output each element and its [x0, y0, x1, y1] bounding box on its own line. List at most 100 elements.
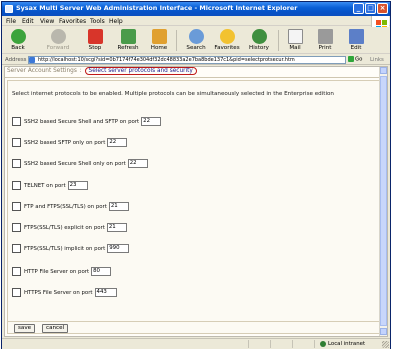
- maximize-button[interactable]: □: [365, 3, 376, 14]
- protocol-checkbox[interactable]: [12, 138, 21, 147]
- protocol-checkbox[interactable]: [12, 117, 21, 126]
- title-bar: Sysax Multi Server Web Administration In…: [2, 2, 390, 16]
- go-button[interactable]: Go: [348, 56, 366, 64]
- settings-panel: Select internet protocols to be enabled.…: [7, 80, 380, 334]
- protocol-checkbox[interactable]: [12, 159, 21, 168]
- protocol-row-ssh-sftp: SSH2 based Secure Shell and SFTP on port…: [12, 116, 162, 127]
- status-divider: [292, 340, 293, 348]
- scroll-down-icon[interactable]: [380, 328, 387, 335]
- protocol-row-ftps-implicit: FTPS(SSL/TLS) implicit on port 990: [12, 243, 130, 254]
- scroll-up-icon[interactable]: [380, 67, 387, 74]
- standard-toolbar: Back Forward Stop Refresh Home Search Fa…: [2, 27, 390, 54]
- print-button[interactable]: Print: [316, 28, 334, 53]
- status-divider: [270, 340, 271, 348]
- port-input[interactable]: 21: [108, 202, 129, 211]
- menu-tools[interactable]: Tools: [90, 18, 105, 25]
- menu-edit[interactable]: Edit: [22, 18, 34, 25]
- favorites-star-icon: [219, 29, 235, 44]
- stop-button[interactable]: Stop: [84, 28, 106, 53]
- port-input[interactable]: 443: [94, 288, 117, 297]
- protocol-checkbox[interactable]: [12, 244, 21, 253]
- port-input[interactable]: 21: [106, 223, 127, 232]
- protocol-row-ftps-explicit: FTPS(SSL/TLS) explicit on port 21: [12, 222, 127, 233]
- back-arrow-icon: [10, 29, 26, 44]
- vertical-scrollbar[interactable]: [379, 67, 387, 336]
- forward-arrow-icon: [50, 29, 66, 44]
- status-bar: Local intranet: [2, 338, 390, 349]
- save-button[interactable]: save: [14, 324, 36, 333]
- protocol-row-telnet: TELNET on port 23: [12, 180, 88, 191]
- port-input[interactable]: 22: [127, 159, 148, 168]
- menu-favorites[interactable]: Favorites: [59, 18, 86, 25]
- protocol-checkbox[interactable]: [12, 181, 21, 190]
- refresh-button[interactable]: Refresh: [116, 28, 140, 53]
- toolbar-separator: [176, 30, 177, 51]
- port-input[interactable]: 22: [141, 117, 162, 126]
- close-button[interactable]: ×: [377, 3, 388, 14]
- search-icon: [188, 29, 204, 44]
- ie-app-icon: [5, 5, 13, 13]
- protocol-row-https: HTTPS File Server on port 443: [12, 287, 117, 298]
- history-button[interactable]: History: [246, 28, 272, 53]
- edit-page-icon: [348, 29, 364, 44]
- protocol-label: HTTPS File Server on port: [24, 289, 93, 296]
- protocol-label: HTTP File Server on port: [24, 268, 90, 275]
- page-viewport: Server Account Settings : Select server …: [4, 66, 388, 337]
- status-divider: [248, 340, 249, 348]
- intro-text: Select internet protocols to be enabled.…: [12, 91, 334, 97]
- cancel-button[interactable]: cancel: [42, 324, 69, 333]
- protocol-row-ssh-only: SSH2 based Secure Shell only on port 22: [12, 158, 148, 169]
- scroll-thumb[interactable]: [380, 76, 387, 326]
- protocol-label: TELNET on port: [24, 182, 66, 189]
- resize-grip-icon[interactable]: [382, 341, 389, 348]
- protocol-row-sftp-only: SSH2 based SFTP only on port 22: [12, 137, 128, 148]
- mail-button[interactable]: Mail: [286, 28, 304, 53]
- favorites-button[interactable]: Favorites: [212, 28, 242, 53]
- menu-help[interactable]: Help: [109, 18, 123, 25]
- status-divider: [314, 340, 315, 348]
- protocol-label: FTP and FTPS(SSL/TLS) on port: [24, 203, 107, 210]
- page-icon: [29, 57, 35, 63]
- refresh-icon: [120, 29, 136, 44]
- protocol-checkbox[interactable]: [12, 202, 21, 211]
- protocol-label: SSH2 based Secure Shell and SFTP on port: [24, 118, 140, 125]
- minimize-button[interactable]: _: [353, 3, 364, 14]
- mail-envelope-icon: [287, 29, 303, 44]
- window-title: Sysax Multi Server Web Administration In…: [16, 4, 298, 12]
- address-label: Address: [5, 56, 27, 63]
- menu-bar: File Edit View Favorites Tools Help: [2, 16, 390, 26]
- protocol-checkbox[interactable]: [12, 288, 21, 297]
- protocol-checkbox[interactable]: [12, 223, 21, 232]
- protocol-label: FTPS(SSL/TLS) explicit on port: [24, 224, 105, 231]
- toolbar-separator: [278, 30, 279, 51]
- browser-window: Sysax Multi Server Web Administration In…: [1, 1, 391, 349]
- forward-button[interactable]: Forward: [44, 28, 72, 53]
- divider: [8, 321, 379, 322]
- intranet-zone-icon: [320, 341, 326, 347]
- menu-file[interactable]: File: [6, 18, 16, 25]
- page-title: Select server protocols and security: [84, 67, 197, 75]
- protocol-label: FTPS(SSL/TLS) implicit on port: [24, 245, 106, 252]
- port-input[interactable]: 990: [107, 244, 130, 253]
- port-input[interactable]: 80: [91, 267, 112, 276]
- security-zone-label: Local intranet: [328, 341, 366, 347]
- breadcrumb-link[interactable]: Server Account Settings: [7, 68, 77, 74]
- edit-button[interactable]: Edit: [347, 28, 365, 53]
- port-input[interactable]: 23: [67, 181, 88, 190]
- menu-view[interactable]: View: [40, 18, 54, 25]
- address-bar: Address http://localhost:10/scgi?sid=0b7…: [2, 55, 390, 65]
- protocol-checkbox[interactable]: [12, 267, 21, 276]
- protocol-row-ftp: FTP and FTPS(SSL/TLS) on port 21: [12, 201, 129, 212]
- back-button[interactable]: Back: [6, 28, 30, 53]
- home-button[interactable]: Home: [148, 28, 170, 53]
- port-input[interactable]: 22: [107, 138, 128, 147]
- printer-icon: [317, 29, 333, 44]
- address-input[interactable]: http://localhost:10/scgi?sid=0b7174f74e3…: [28, 56, 346, 64]
- history-icon: [251, 29, 267, 44]
- protocol-row-http: HTTP File Server on port 80: [12, 266, 112, 277]
- links-button[interactable]: Links: [370, 57, 384, 63]
- stop-icon: [87, 29, 103, 44]
- protocol-label: SSH2 based SFTP only on port: [24, 139, 106, 146]
- window-controls: _ □ ×: [353, 3, 388, 14]
- search-button[interactable]: Search: [184, 28, 208, 53]
